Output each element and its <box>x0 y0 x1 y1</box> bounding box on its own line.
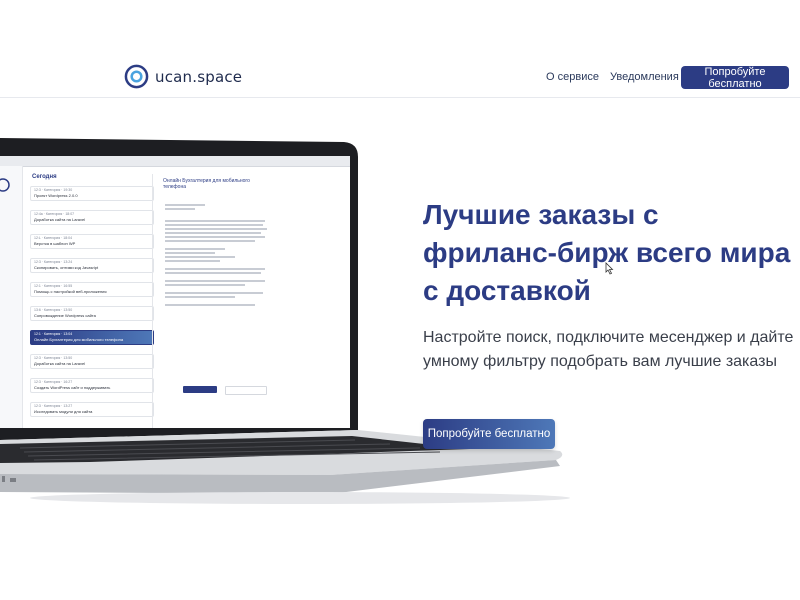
screen-detail-line <box>165 252 215 254</box>
screen-order-meta: 12:1 · Категория · 13:04 <box>34 332 73 336</box>
screen-detail-line <box>165 260 220 262</box>
laptop-screen: Сегодня 12:3 · Категория · 19:30 Проект W… <box>0 156 350 428</box>
screen-order-meta: 12:3 · Категория · 19:30 <box>34 188 73 192</box>
screen-order-item: 13:6 · Категория · 13:50 Сопровождение Wo… <box>30 306 154 321</box>
screen-order-item: 12:3 · Категория · 16:27 Создать WordPres… <box>30 378 154 393</box>
screen-order-meta: 12:3 · Категория · 13:50 <box>34 356 73 360</box>
screen-order-title: Доработка сайта на Laravel <box>34 361 86 366</box>
screen-detail-line <box>165 204 205 206</box>
hero-title-line: с доставкой <box>423 275 591 306</box>
nav-notifications-link[interactable]: Уведомления <box>610 71 679 83</box>
hero-subtitle: Настройте поиск, подключите месенджер и … <box>423 329 794 370</box>
screen-order-item: 12:3 · Категория · 13:24 Скопировать, опт… <box>30 258 154 273</box>
screen-list-heading: Сегодня <box>32 174 57 180</box>
screen-detail-line <box>165 224 263 226</box>
screen-respond-button <box>183 386 217 393</box>
screen-order-title: Верстка в шаблон WP <box>34 241 76 246</box>
screen-order-meta: 12:1 · Категория · 16:55 <box>34 284 73 288</box>
screen-detail-line <box>165 220 265 222</box>
screen-order-item: 12:1 · Категория · 16:55 Помощь с настрой… <box>30 282 154 297</box>
hero-title: Лучшие заказы с фриланс-бирж всего мира … <box>423 196 800 310</box>
screen-detail-line <box>165 296 235 298</box>
screen-order-meta: 12:3 · Категория · 13:24 <box>34 260 73 264</box>
screen-order-meta: 12:3 · Категория · 16:27 <box>34 380 73 384</box>
screen-order-title: Проект Wordpress 2.0.0 <box>34 193 78 198</box>
screen-order-list: Сегодня 12:3 · Категория · 19:30 Проект W… <box>28 174 154 428</box>
screen-order-detail: Онлайн Бухгалтерия для мобильного телефо… <box>152 174 281 428</box>
screen-detail-line <box>165 228 267 230</box>
screen-detail-line <box>165 268 265 270</box>
screen-detail-line <box>165 208 195 210</box>
screen-order-item: 12:3 · Категория · 19:30 Проект Wordpress… <box>30 186 154 201</box>
screen-order-title: Создать WordPress сайт и поддерживать <box>34 385 111 390</box>
screen-logo-icon <box>0 178 10 192</box>
screen-bookmark-button <box>225 386 267 395</box>
screen-order-item: 12:3 · Категория · 13:50 Доработка сайта … <box>30 354 154 369</box>
screen-detail-line <box>165 248 225 250</box>
screen-detail-line <box>165 256 235 258</box>
screen-order-item: 12:4a · Категория · 18:07 Доработка сайта… <box>30 210 154 225</box>
mouse-cursor-icon <box>605 262 614 275</box>
screen-order-title: Скопировать, оптими код Javasript <box>34 265 99 270</box>
screen-detail-title: Онлайн Бухгалтерия для мобильного телефо… <box>163 178 250 190</box>
screen-order-meta: 12:3 · Категория · 13:27 <box>34 404 73 408</box>
screen-detail-line <box>165 304 255 306</box>
screen-detail-line <box>165 280 265 282</box>
screen-sidebar <box>0 166 23 428</box>
screen-order-title: Исследовать модули для сайта <box>34 409 93 414</box>
hero-title-line: Лучшие заказы с <box>423 199 659 230</box>
header-try-free-button[interactable]: Попробуйте бесплатно <box>681 66 789 90</box>
screen-order-title: Доработка сайта на Laravel <box>34 217 86 222</box>
screen-detail-line <box>165 292 263 294</box>
screen-order-meta: 12:4a · Категория · 18:07 <box>34 212 75 216</box>
screen-order-item: 12:1 · Категория · 13:04 Онлайн Бухгалтер… <box>30 330 154 345</box>
screen-order-meta: 13:6 · Категория · 13:50 <box>34 308 73 312</box>
screen-order-item: 12:3 · Категория · 13:27 Исследовать моду… <box>30 402 154 417</box>
screen-order-title: Сопровождение Wordpress сайта <box>34 313 96 318</box>
screen-order-title: Онлайн Бухгалтерия для мобильного телефо… <box>34 337 124 342</box>
screen-order-meta: 12:L · Категория · 18:04 <box>34 236 73 240</box>
screen-detail-line <box>165 236 265 238</box>
hero-try-free-button[interactable]: Попробуйте бесплатно <box>423 419 555 449</box>
screen-browser-bar <box>0 156 350 167</box>
screen-detail-line <box>165 232 261 234</box>
screen-order-item: 12:L · Категория · 18:04 Верстка в шаблон… <box>30 234 154 249</box>
screen-detail-line <box>165 240 255 242</box>
screen-order-title: Помощь с настройкой веб-приложения <box>34 289 107 294</box>
screen-detail-line <box>165 284 245 286</box>
screen-detail-line <box>165 272 261 274</box>
